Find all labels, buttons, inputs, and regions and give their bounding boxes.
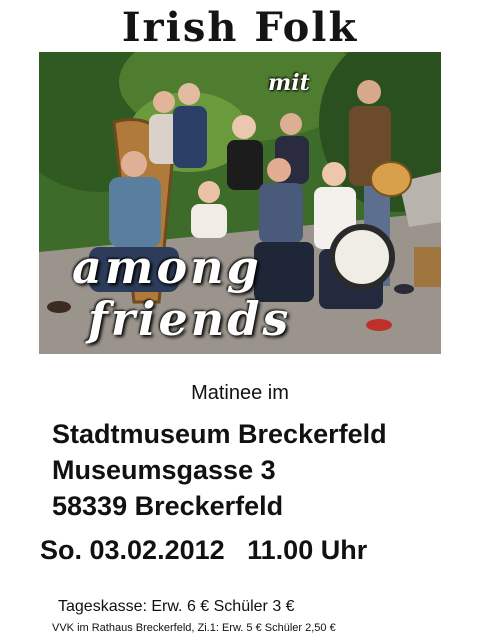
drum-icon xyxy=(329,224,395,290)
band-prefix: mit xyxy=(268,70,310,96)
matinee-label: Matinee im xyxy=(191,382,289,404)
venue-street: Museumsgasse 3 xyxy=(52,455,276,485)
band-name-line2: friends xyxy=(88,292,292,346)
poster-title: Irish Folk xyxy=(121,4,359,51)
mandolin-icon xyxy=(370,161,412,197)
box-office-prices: Tageskasse: Erw. 6 € Schüler 3 € xyxy=(58,598,295,615)
presale-info: VVK im Rathaus Breckerfeld, Zi.1: Erw. 5… xyxy=(52,622,336,634)
shoe xyxy=(394,284,414,294)
planter xyxy=(414,247,441,287)
band-name-line1: among xyxy=(72,240,262,294)
venue-city: 58339 Breckerfeld xyxy=(52,491,284,521)
shoe xyxy=(47,301,71,313)
venue-name: Stadtmuseum Breckerfeld xyxy=(52,419,387,449)
shoe-red xyxy=(366,319,392,331)
event-datetime: So. 03.02.2012 11.00 Uhr xyxy=(40,535,368,565)
